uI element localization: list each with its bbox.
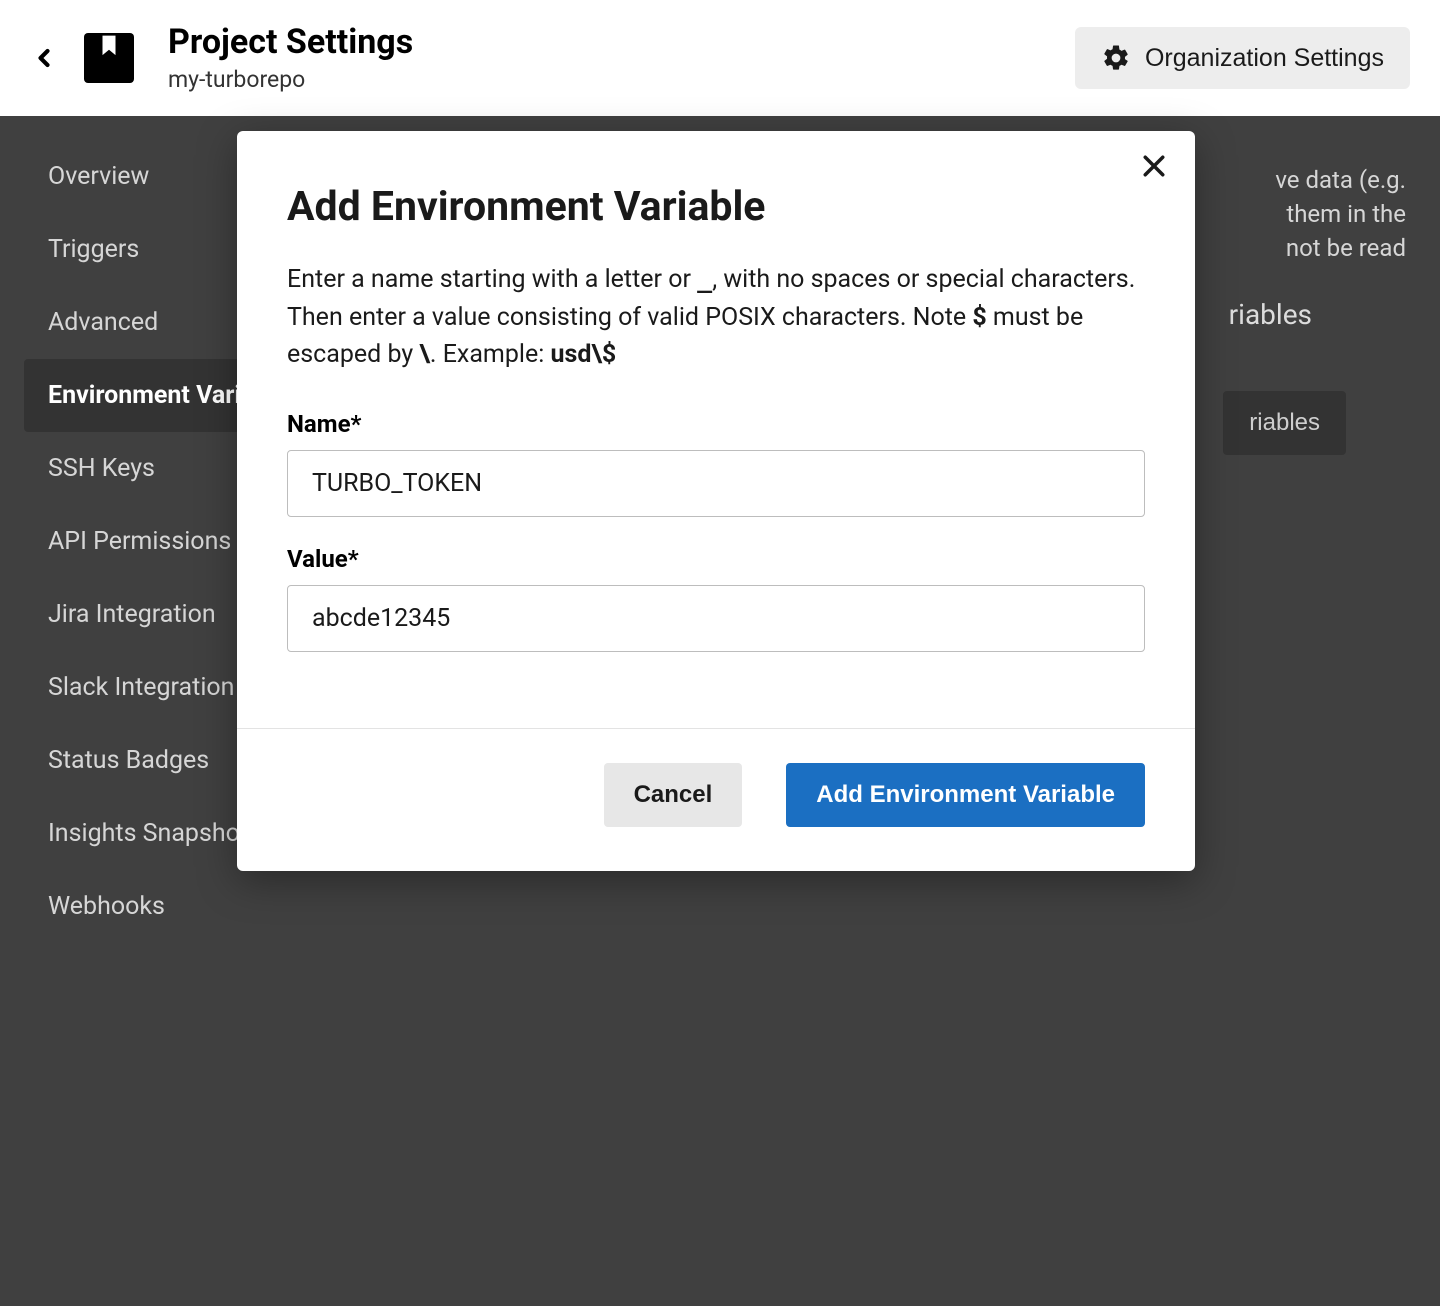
page-title: Project Settings xyxy=(168,23,413,62)
sidebar-item-label: Jira Integration xyxy=(48,600,216,629)
modal-description: Enter a name starting with a letter or _… xyxy=(287,260,1145,374)
field-name-label: Name* xyxy=(287,410,1145,438)
sidebar-item-webhooks[interactable]: Webhooks xyxy=(24,870,427,943)
modal-body: Add Environment Variable Enter a name st… xyxy=(237,183,1195,728)
add-env-var-modal: Add Environment Variable Enter a name st… xyxy=(237,131,1195,871)
title-block: Project Settings my-turborepo xyxy=(168,23,413,92)
sidebar-item-label: API Permissions xyxy=(48,527,231,556)
env-var-value-input[interactable] xyxy=(287,585,1145,652)
sidebar-item-label: Advanced xyxy=(48,308,158,337)
back-button[interactable] xyxy=(30,40,58,76)
modal-footer: Cancel Add Environment Variable xyxy=(237,728,1195,871)
field-value-label: Value* xyxy=(287,545,1145,573)
sidebar-item-label: Overview xyxy=(48,162,149,191)
close-icon xyxy=(1139,151,1169,181)
sidebar-item-label: Triggers xyxy=(48,235,139,264)
sidebar-item-label: Slack Integration xyxy=(48,673,234,702)
modal-title: Add Environment Variable xyxy=(287,183,1145,232)
add-env-var-label: Add Environment Variable xyxy=(816,781,1115,808)
bookmark-icon xyxy=(96,30,122,63)
project-icon xyxy=(84,33,134,83)
topbar: Project Settings my-turborepo Organizati… xyxy=(0,0,1440,116)
project-name: my-turborepo xyxy=(168,66,413,93)
sidebar-item-label: Webhooks xyxy=(48,892,165,921)
field-value-group: Value* xyxy=(287,545,1145,652)
import-variables-button[interactable]: riables xyxy=(1223,391,1346,455)
topbar-left: Project Settings my-turborepo xyxy=(30,23,413,92)
chevron-left-icon xyxy=(30,40,58,76)
modal-close-button[interactable] xyxy=(1139,151,1169,185)
organization-settings-button[interactable]: Organization Settings xyxy=(1075,27,1410,89)
sidebar-item-label: SSH Keys xyxy=(48,454,155,483)
gear-icon xyxy=(1101,43,1131,73)
sidebar-item-label: Status Badges xyxy=(48,746,209,775)
cancel-button[interactable]: Cancel xyxy=(604,763,743,827)
modal-header xyxy=(237,131,1195,185)
field-name-group: Name* xyxy=(287,410,1145,517)
env-var-name-input[interactable] xyxy=(287,450,1145,517)
organization-settings-label: Organization Settings xyxy=(1145,44,1384,73)
cancel-label: Cancel xyxy=(634,781,713,808)
add-env-var-button[interactable]: Add Environment Variable xyxy=(786,763,1145,827)
import-variables-label: riables xyxy=(1249,409,1320,436)
